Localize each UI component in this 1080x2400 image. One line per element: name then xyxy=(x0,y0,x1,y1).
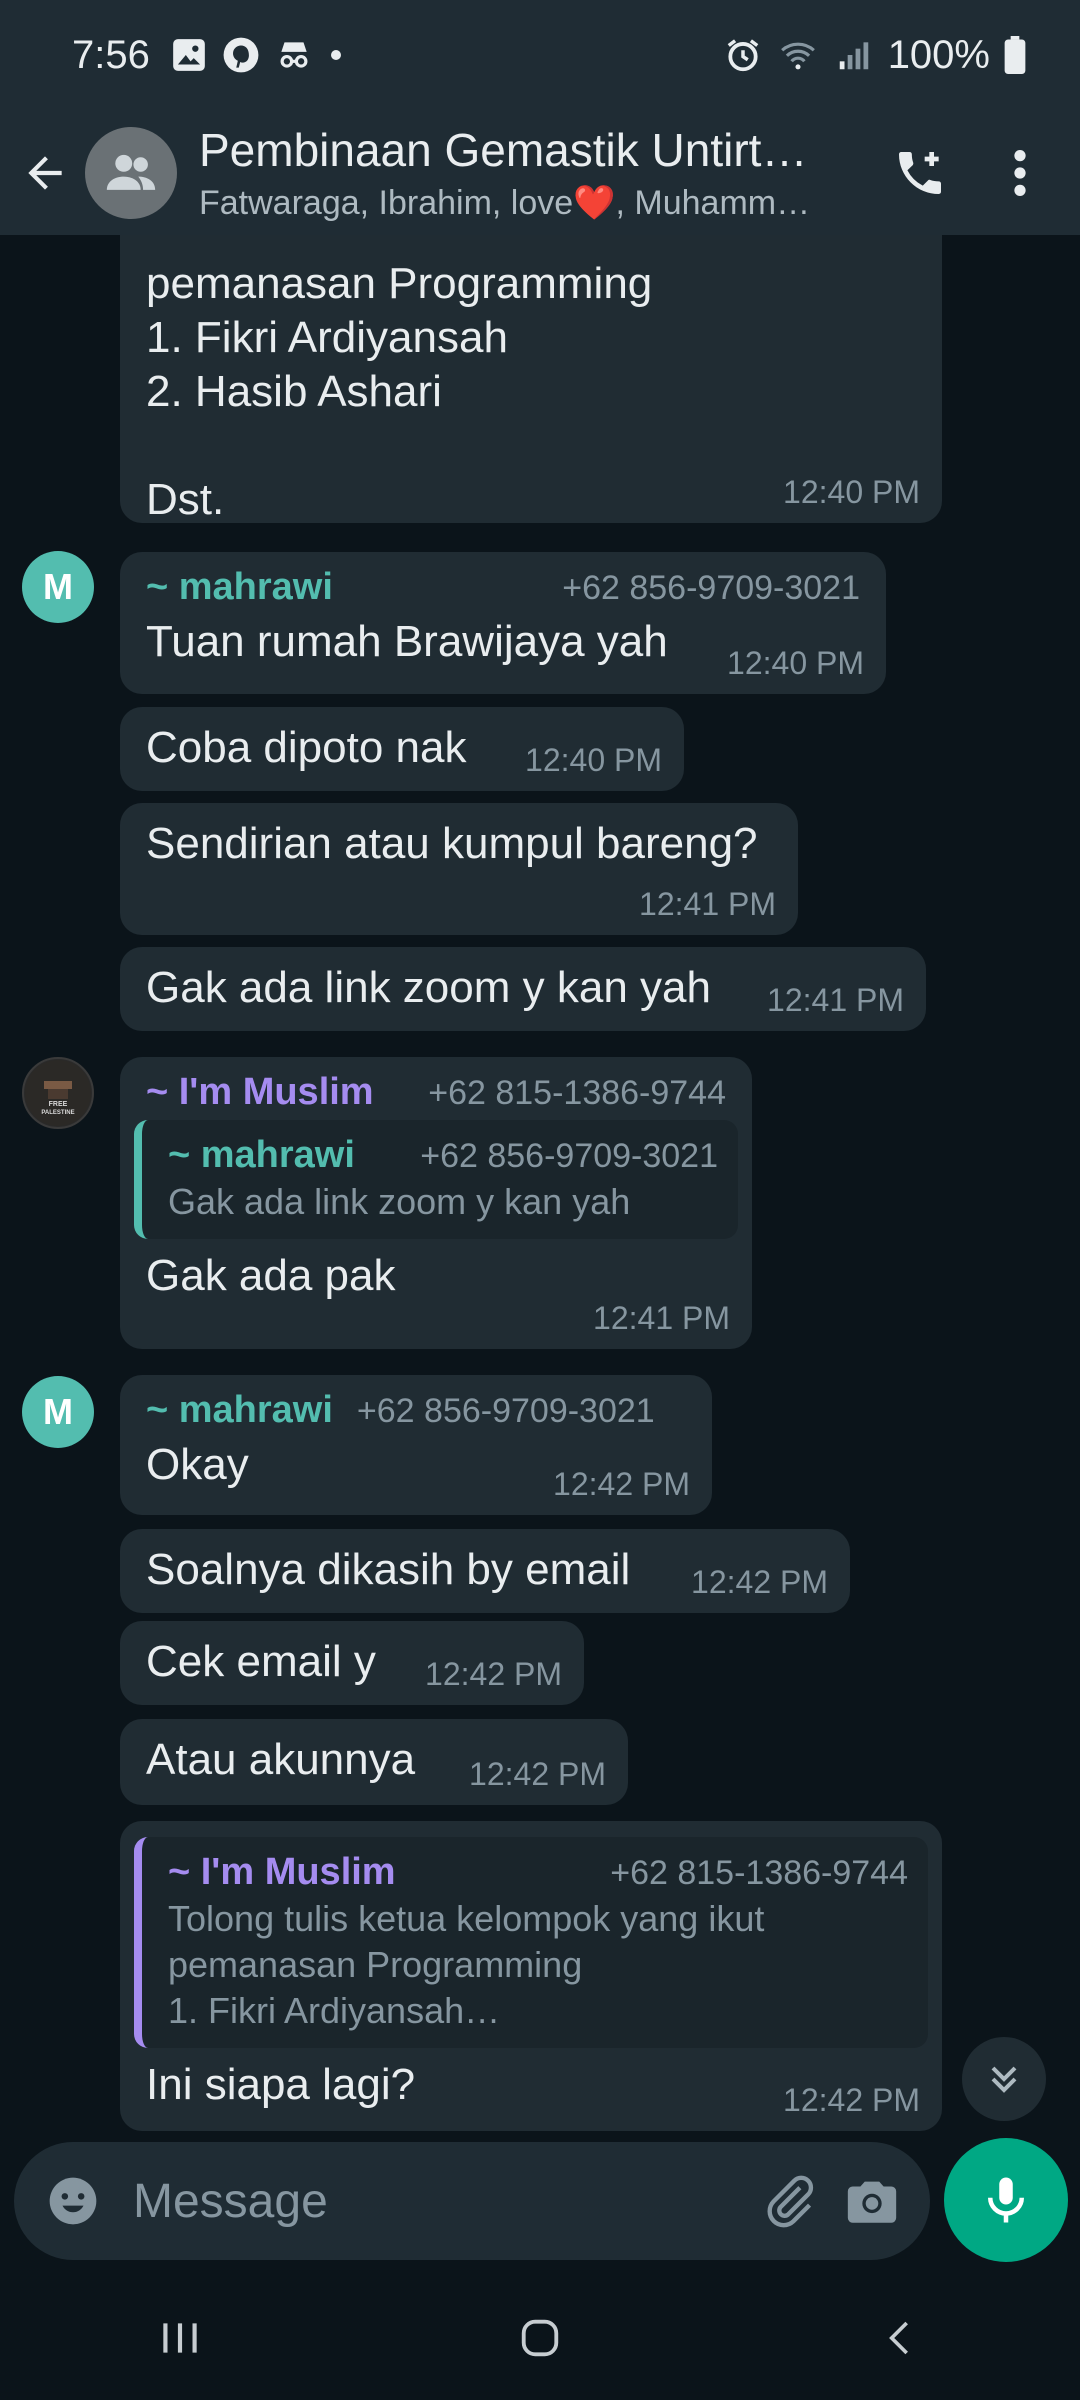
sender-phone: +62 815-1386-9744 xyxy=(428,1074,726,1112)
message-time: 12:40 PM xyxy=(525,742,662,778)
back-arrow-icon xyxy=(28,155,62,190)
system-back-button[interactable] xyxy=(820,2288,980,2388)
group-avatar[interactable] xyxy=(85,126,177,219)
battery-percent: 100% xyxy=(887,32,990,77)
message-bubble[interactable]: Atau akunnya 12:42 PM xyxy=(120,1719,628,1805)
group-members: Fatwaraga, Ibrahim, love❤️, Muhamm… xyxy=(199,183,811,222)
message-text: Gak ada pak xyxy=(146,1251,396,1300)
wifi-icon xyxy=(776,36,820,74)
alarm-icon xyxy=(724,36,762,74)
home-button[interactable] xyxy=(460,2288,620,2388)
notification-icons xyxy=(170,36,344,74)
quote-text: Tolong tulis ketua kelompok yang ikut pe… xyxy=(168,1898,765,2031)
add-call-button[interactable] xyxy=(870,110,970,235)
system-icons: 100% xyxy=(724,33,1026,78)
message-time: 12:42 PM xyxy=(783,2082,920,2118)
message-text: Sendirian atau kumpul bareng? xyxy=(146,819,758,868)
paperclip-icon xyxy=(767,2175,813,2228)
message-time: 12:40 PM xyxy=(783,474,920,510)
avatar-initial: M xyxy=(43,566,73,607)
message-time: 12:41 PM xyxy=(593,1300,730,1336)
sender-phone: +62 856-9709-3021 xyxy=(562,569,860,607)
message-bubble[interactable]: Coba dipoto nak 12:40 PM xyxy=(120,707,684,791)
message-time: 12:42 PM xyxy=(691,1564,828,1600)
double-chevron-down-icon xyxy=(991,2066,1017,2093)
message-bubble[interactable]: Sendirian atau kumpul bareng? 12:41 PM xyxy=(120,803,798,935)
signal-icon xyxy=(834,36,874,74)
message-bubble[interactable]: ~ mahrawi +62 856-9709-3021 Okay 12:42 P… xyxy=(120,1375,712,1515)
scroll-to-bottom-button[interactable] xyxy=(962,2037,1046,2121)
quote-sender: ~ I'm Muslim xyxy=(168,1851,396,1893)
svg-text:PALESTINE: PALESTINE xyxy=(41,1110,74,1116)
back-button[interactable] xyxy=(5,110,85,235)
message-bubble[interactable]: Soalnya dikasih by email 12:42 PM xyxy=(120,1529,850,1613)
quoted-message[interactable]: ~ I'm Muslim +62 815-1386-9744 Tolong tu… xyxy=(134,1837,928,2048)
message-time: 12:42 PM xyxy=(425,1656,562,1692)
quote-phone: +62 856-9709-3021 xyxy=(420,1137,718,1175)
emoji-button[interactable] xyxy=(38,2156,107,2246)
quote-text: Gak ada link zoom y kan yah xyxy=(168,1181,631,1222)
system-navigation-bar xyxy=(0,2276,1080,2400)
message-bubble[interactable]: Cek email y 12:42 PM xyxy=(120,1621,584,1705)
free-palestine-avatar-icon: FREE PALESTINE xyxy=(25,1060,91,1126)
more-options-button[interactable] xyxy=(970,110,1070,235)
sender-name[interactable]: ~ mahrawi xyxy=(146,566,333,609)
message-list[interactable]: pemanasan Programming 1. Fikri Ardiyansa… xyxy=(0,235,1080,2135)
message-input[interactable] xyxy=(133,2173,754,2229)
chat-header: Pembinaan Gemastik Untirt… Fatwaraga, Ib… xyxy=(0,110,1080,235)
camera-icon xyxy=(847,2181,896,2223)
recents-icon xyxy=(163,2323,197,2353)
quote-sender-row: ~ I'm Muslim +62 815-1386-9744 xyxy=(168,1851,908,1894)
message-bubble[interactable]: pemanasan Programming 1. Fikri Ardiyansa… xyxy=(120,235,942,524)
pinterest-icon xyxy=(222,36,260,74)
message-bubble[interactable]: Gak ada link zoom y kan yah 12:41 PM xyxy=(120,947,926,1031)
incognito-icon xyxy=(274,36,314,74)
whatsapp-chat-screen: 7:56 100% Pembinaan Gemastik Untirt… Fat… xyxy=(0,0,1080,2400)
message-time: 12:42 PM xyxy=(553,1466,690,1502)
status-bar: 7:56 100% xyxy=(0,0,1080,110)
svg-text:FREE: FREE xyxy=(49,1101,68,1108)
sender-row: ~ mahrawi +62 856-9709-3021 xyxy=(146,1389,686,1432)
phone-plus-icon xyxy=(899,151,941,194)
quote-sender-row: ~ mahrawi +62 856-9709-3021 xyxy=(168,1134,718,1177)
dot-icon xyxy=(328,47,344,63)
message-time: 12:41 PM xyxy=(767,982,904,1018)
message-bubble[interactable]: ~ I'm Muslim +62 815-1386-9744 ~ mahrawi… xyxy=(120,1057,752,1349)
attach-button[interactable] xyxy=(754,2156,823,2246)
sender-phone: +62 856-9709-3021 xyxy=(356,1392,655,1430)
battery-icon xyxy=(1004,36,1026,74)
gallery-icon xyxy=(170,36,208,74)
avatar[interactable]: M xyxy=(22,551,94,623)
message-time: 12:42 PM xyxy=(469,1756,606,1792)
home-icon xyxy=(521,2319,559,2357)
avatar[interactable]: M xyxy=(22,1376,94,1448)
quote-phone: +62 815-1386-9744 xyxy=(610,1854,908,1892)
quoted-message[interactable]: ~ mahrawi +62 856-9709-3021 Gak ada link… xyxy=(134,1120,738,1239)
message-time: 12:40 PM xyxy=(727,645,864,681)
camera-button[interactable] xyxy=(837,2156,906,2246)
group-icon xyxy=(106,154,156,190)
message-composer xyxy=(14,2142,930,2260)
voice-message-button[interactable] xyxy=(944,2138,1068,2262)
chat-info[interactable]: Pembinaan Gemastik Untirt… Fatwaraga, Ib… xyxy=(199,123,839,223)
avatar-initial: M xyxy=(43,1391,73,1432)
sender-row: ~ I'm Muslim +62 815-1386-9744 xyxy=(146,1071,726,1114)
recent-apps-button[interactable] xyxy=(100,2288,260,2388)
message-time: 12:41 PM xyxy=(639,886,776,922)
message-bubble[interactable]: ~ I'm Muslim +62 815-1386-9744 Tolong tu… xyxy=(120,1821,942,2131)
quote-sender: ~ mahrawi xyxy=(168,1134,355,1176)
group-name: Pembinaan Gemastik Untirt… xyxy=(199,123,808,176)
sender-row: ~ mahrawi +62 856-9709-3021 xyxy=(146,566,860,609)
microphone-icon xyxy=(988,2177,1024,2223)
chevron-left-icon xyxy=(889,2321,908,2355)
sender-name[interactable]: ~ mahrawi xyxy=(146,1389,333,1432)
message-bubble[interactable]: ~ mahrawi +62 856-9709-3021 Tuan rumah B… xyxy=(120,552,886,694)
sender-name[interactable]: ~ I'm Muslim xyxy=(146,1071,374,1114)
emoji-icon xyxy=(49,2177,96,2225)
kebab-menu-icon xyxy=(1014,149,1026,196)
status-time: 7:56 xyxy=(72,32,150,77)
avatar[interactable]: FREE PALESTINE xyxy=(22,1057,94,1129)
